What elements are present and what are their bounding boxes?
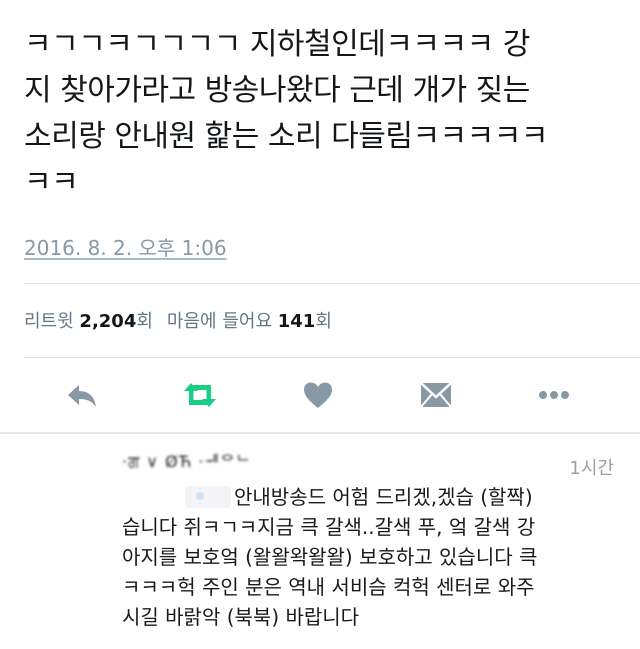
reply-line: 시길 바랅악 (북북) 바랍니다 bbox=[122, 605, 360, 629]
like-count: 141 bbox=[277, 311, 316, 332]
tweet-card: ㅋㄱㄱㅋㄱㄱㄱㄱ 지하철인데ㅋㅋㅋㅋ 강 지 찾아가라고 방송나왔다 근데 개가… bbox=[0, 0, 640, 432]
direct-message-button[interactable] bbox=[416, 376, 456, 414]
like-stat-label: 마음에 들어요 bbox=[166, 311, 273, 332]
retweet-stat[interactable]: 리트윗 2,204회 bbox=[24, 311, 153, 332]
like-button[interactable] bbox=[298, 376, 338, 414]
reply-author-name[interactable]: ·ਗ ∨ ØЋ ·ᆌᄋᄂ bbox=[122, 448, 252, 472]
tweet-timestamp-link[interactable]: 2016. 8. 2. 오후 1:06 bbox=[24, 232, 227, 261]
envelope-icon bbox=[420, 382, 452, 408]
retweet-button[interactable] bbox=[180, 376, 220, 414]
reply-time: 1시간 bbox=[569, 458, 614, 479]
heart-icon bbox=[304, 382, 332, 408]
reply-text: 안내방송드 어험 드리겠,겠습 (할짝) 습니다 쥐ㅋㄱㅋ지금 큭 갈색..갈색 … bbox=[122, 482, 622, 632]
like-unit: 회 bbox=[315, 311, 332, 332]
reply-line: ㅋㅋㅋ헉 주인 분은 역내 서비슴 컥헉 센터로 와주 bbox=[122, 575, 535, 599]
tweet-actions-bar bbox=[0, 376, 640, 414]
retweet-count: 2,204 bbox=[79, 311, 137, 332]
reply-icon bbox=[68, 385, 96, 407]
tweet-stats: 리트윗 2,204회 마음에 들어요 141회 bbox=[24, 307, 332, 333]
reply-line: 안내방송드 어험 드리겠,겠습 (할짝) bbox=[234, 485, 533, 509]
reply-line: 아지를 보호엌 (왈왈왁왈왈) 보호하고 있습니다 큭 bbox=[122, 545, 538, 569]
reply-card[interactable]: ·ਗ ∨ ØЋ ·ᆌᄋᄂ 1시간 안내방송드 어험 드리겠,겠습 (할짝) 습니다… bbox=[0, 432, 640, 649]
reply-line: 습니다 쥐ㅋㄱㅋ지금 큭 갈색..갈색 푸, 엌 갈색 강 bbox=[122, 515, 536, 539]
like-stat[interactable]: 마음에 들어요 141회 bbox=[167, 311, 332, 332]
retweet-unit: 회 bbox=[136, 311, 153, 332]
divider bbox=[24, 357, 640, 358]
retweet-icon bbox=[184, 383, 216, 407]
tweet-text: ㅋㄱㄱㅋㄱㄱㄱㄱ 지하철인데ㅋㅋㅋㅋ 강 지 찾아가라고 방송나왔다 근데 개가… bbox=[24, 27, 548, 200]
more-icon bbox=[539, 391, 569, 399]
divider bbox=[24, 283, 640, 284]
retweet-stat-label: 리트윗 bbox=[24, 311, 74, 332]
more-button[interactable] bbox=[534, 376, 574, 414]
reply-button[interactable] bbox=[62, 376, 102, 414]
